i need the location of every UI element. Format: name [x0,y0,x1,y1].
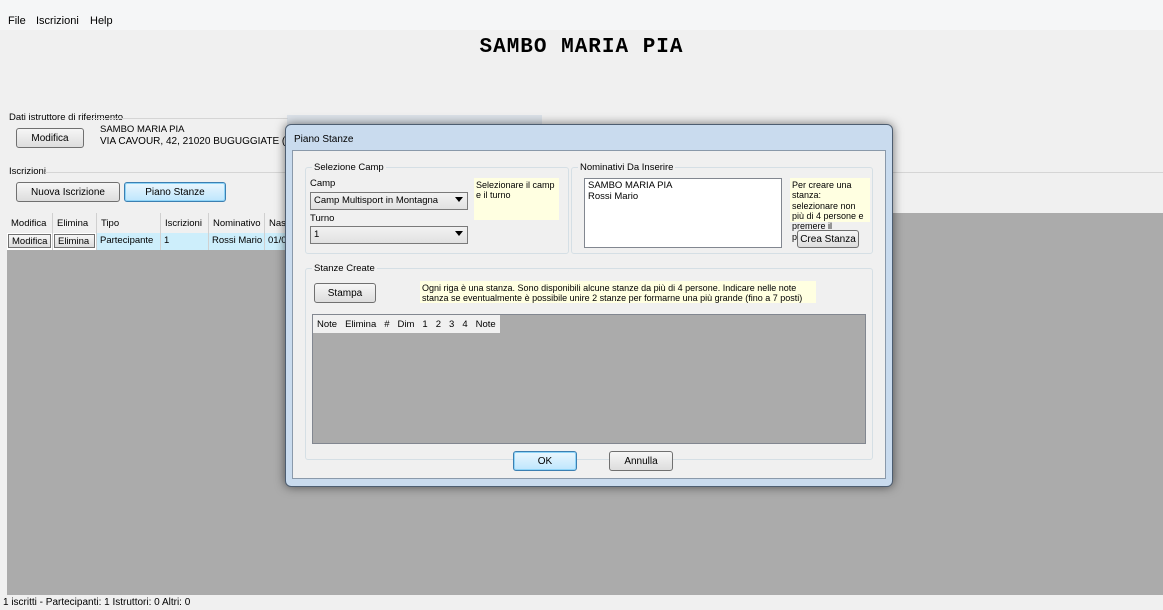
row-nominativo[interactable]: Rossi Mario [209,233,265,250]
col-4[interactable]: 4 [458,315,471,333]
new-iscrizione-button[interactable]: Nuova Iscrizione [16,182,120,202]
cancel-button[interactable]: Annulla [609,451,673,471]
menu-iscrizioni[interactable]: Iscrizioni [36,15,79,27]
col-elimina[interactable]: Elimina [53,213,97,233]
stanze-grid[interactable]: Note Elimina # Dim 1 2 3 4 Note [312,314,866,444]
stanze-hint: Ogni riga è una stanza. Sono disponibili… [420,281,816,303]
page-title: SAMBO MARIA PIA [479,36,684,59]
col-number[interactable]: # [380,315,393,333]
ok-button[interactable]: OK [513,451,577,471]
stanze-grid-header: Note Elimina # Dim 1 2 3 4 Note [313,315,500,333]
col-2[interactable]: 2 [432,315,445,333]
stanze-group-title: Stanze Create [312,263,377,274]
stanze-groupbox: Stanze Create Stampa Ogni riga è una sta… [305,263,873,460]
col-iscrizioni[interactable]: Iscrizioni [161,213,209,233]
table-row[interactable]: Modifica Elimina Partecipante 1 Rossi Ma… [7,233,287,250]
dialog-title: Piano Stanze [294,134,354,145]
iscrizioni-divider-right [893,172,1163,173]
status-bar: 1 iscritti - Partecipanti: 1 Istruttori:… [3,597,191,608]
create-hint: Per creare una stanza: selezionare non p… [790,178,870,242]
piano-stanze-dialog: Piano Stanze Selezione Camp Camp Camp Mu… [285,124,893,487]
istruttore-divider [88,118,288,119]
col-3[interactable]: 3 [445,315,458,333]
nominativi-groupbox: Nominativi Da Inserire SAMBO MARIA PIA R… [571,162,873,254]
piano-stanze-button[interactable]: Piano Stanze [124,182,226,202]
chevron-down-icon [455,231,463,236]
col-note[interactable]: Note [313,315,341,333]
col-elimina[interactable]: Elimina [341,315,380,333]
camp-group-title: Selezione Camp [312,162,386,173]
list-item[interactable]: Rossi Mario [588,191,778,203]
col-note-2[interactable]: Note [472,315,500,333]
istruttore-name: SAMBO MARIA PIA [100,124,185,135]
col-dim[interactable]: Dim [394,315,419,333]
col-nominativo[interactable]: Nominativo [209,213,265,233]
camp-label: Camp [310,178,336,189]
col-1[interactable]: 1 [418,315,431,333]
grid-header: Modifica Elimina Tipo Iscrizioni Nominat… [7,213,287,233]
row-tipo[interactable]: Partecipante [97,233,161,250]
create-room-button[interactable]: Crea Stanza [797,230,859,248]
nominativi-group-title: Nominativi Da Inserire [578,162,676,173]
print-button[interactable]: Stampa [314,283,376,303]
col-modifica[interactable]: Modifica [7,213,53,233]
istruttore-address: VIA CAVOUR, 42, 21020 BUGUGGIATE (VA) [100,136,302,147]
row-iscrizioni[interactable]: 1 [161,233,209,250]
iscrizioni-divider [45,172,285,173]
iscrizioni-section-label: Iscrizioni [9,166,46,177]
camp-select[interactable]: Camp Multisport in Montagna [310,192,468,210]
dialog-body: Selezione Camp Camp Camp Multisport in M… [292,150,886,479]
camp-groupbox: Selezione Camp Camp Camp Multisport in M… [305,162,569,254]
row-delete-button[interactable]: Elimina [53,233,97,250]
menu-bar: File Iscrizioni Help [0,0,1163,30]
menu-file[interactable]: File [8,15,26,27]
turno-label: Turno [310,213,335,224]
modify-istruttore-button[interactable]: Modifica [16,128,84,148]
row-nascita[interactable]: 01/01 [265,233,287,250]
col-tipo[interactable]: Tipo [97,213,161,233]
chevron-down-icon [455,197,463,202]
row-modify-button[interactable]: Modifica [7,233,53,250]
menu-help[interactable]: Help [90,15,113,27]
col-nascita[interactable]: Nasc [265,213,287,233]
nominativi-list[interactable]: SAMBO MARIA PIA Rossi Mario [584,178,782,248]
turno-select[interactable]: 1 [310,226,468,244]
camp-hint: Selezionare il camp e il turno [474,178,559,220]
